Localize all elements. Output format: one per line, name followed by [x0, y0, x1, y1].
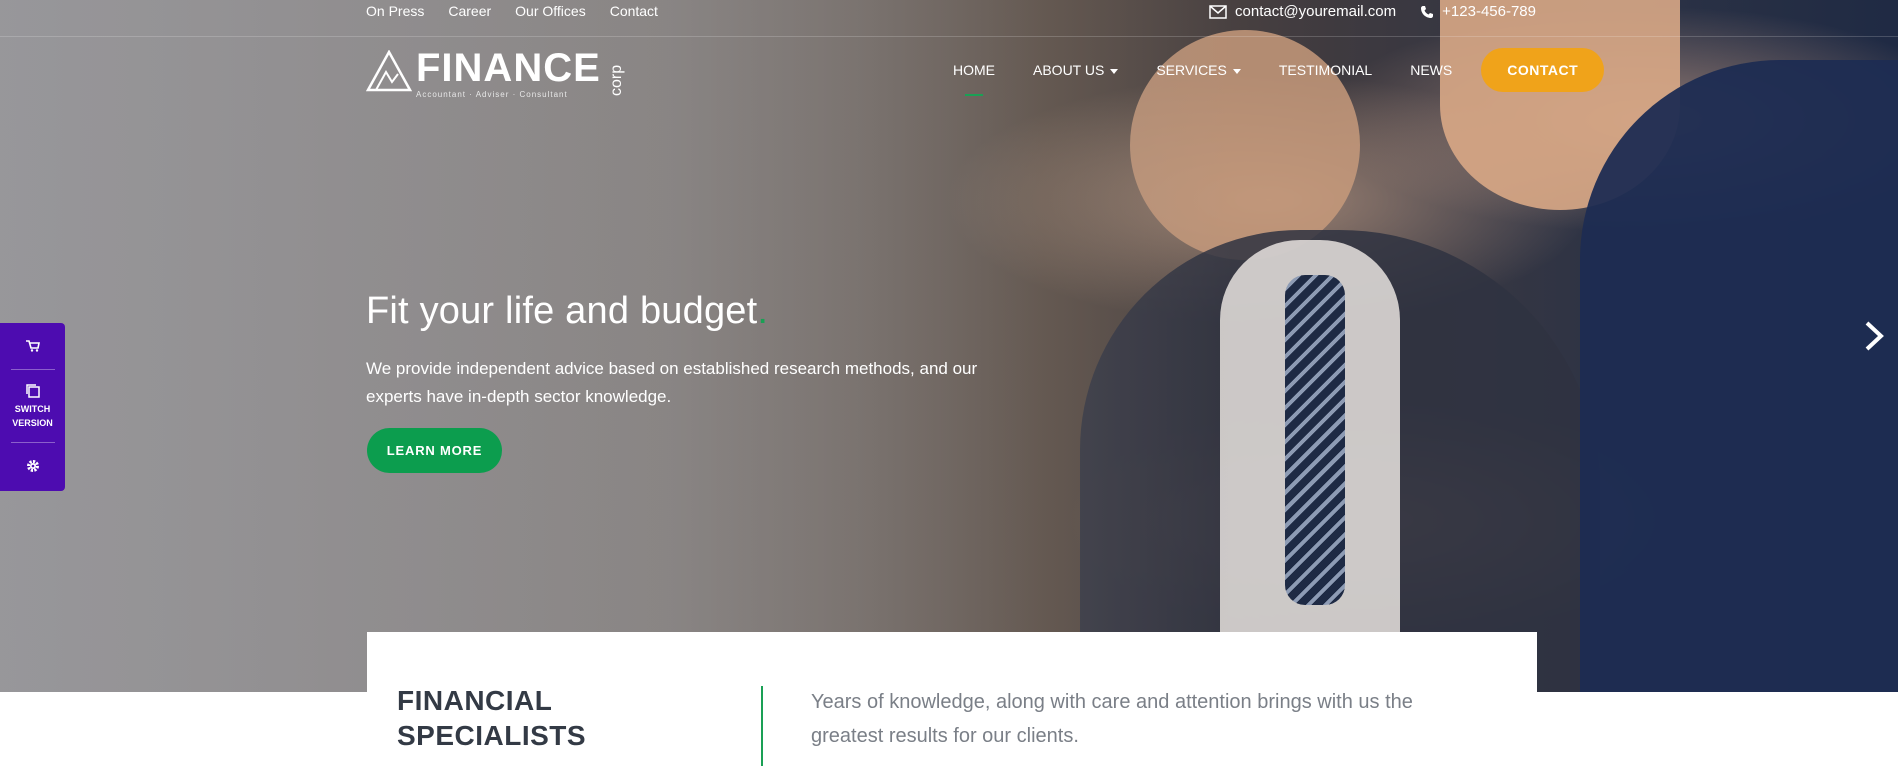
logo-tagline: Accountant · Adviser · Consultant	[416, 90, 568, 99]
nav-about-us[interactable]: ABOUT US	[1014, 48, 1137, 92]
specialists-title-line2: SPECIALISTS	[397, 720, 587, 751]
hero-headline-text: Fit your life and budget	[366, 290, 758, 332]
hero-subtext: We provide independent advice based on e…	[366, 359, 978, 406]
nav-services-label: SERVICES	[1156, 62, 1227, 78]
top-link-career[interactable]: Career	[448, 3, 491, 19]
top-link-on-press[interactable]: On Press	[366, 3, 424, 19]
switch-label-line2: VERSION	[12, 417, 53, 428]
top-phone-text: +123-456-789	[1442, 3, 1536, 20]
cart-button[interactable]	[10, 323, 56, 369]
nav-services[interactable]: SERVICES	[1137, 48, 1260, 92]
chevron-right-icon[interactable]	[1862, 318, 1886, 354]
nav-about-label: ABOUT US	[1033, 62, 1105, 78]
nav-home-label: HOME	[953, 62, 995, 78]
top-bar: On Press Career Our Offices Contact cont…	[0, 0, 1898, 37]
logo-mark-icon	[366, 50, 412, 92]
nav-home[interactable]: HOME	[934, 48, 1014, 96]
hero-overlay	[0, 0, 1898, 692]
cart-icon	[25, 340, 40, 352]
caret-down-icon	[1110, 68, 1119, 74]
top-phone[interactable]: +123-456-789	[1420, 3, 1536, 20]
nav-news-label: NEWS	[1410, 62, 1453, 78]
hero-headline-dot: .	[757, 290, 769, 332]
gear-icon	[26, 460, 39, 472]
switch-version-button[interactable]: SWITCH VERSION	[10, 370, 56, 442]
logo-suffix: corp	[608, 64, 625, 96]
specialists-description: Years of knowledge, along with care and …	[811, 691, 1413, 747]
top-link-our-offices[interactable]: Our Offices	[515, 3, 586, 19]
hero-headline: Fit your life and budget.	[366, 290, 768, 333]
logo-wordmark: FINANCE	[416, 46, 601, 90]
nav-news[interactable]: NEWS	[1391, 48, 1471, 92]
contact-button[interactable]: CONTACT	[1481, 48, 1605, 92]
hero-banner: On Press Career Our Offices Contact cont…	[0, 0, 1898, 692]
nav-testimonial-label: TESTIMONIAL	[1278, 62, 1373, 78]
specialists-card: FINANCIAL SPECIALISTS Years of knowledge…	[367, 632, 1537, 766]
top-link-contact[interactable]: Contact	[610, 3, 658, 19]
caret-down-icon	[1232, 68, 1241, 74]
copy-icon	[25, 383, 40, 398]
card-divider	[761, 686, 763, 766]
specialists-title-line1: FINANCIAL	[397, 685, 553, 716]
site-logo[interactable]: FINANCE Accountant · Adviser · Consultan…	[366, 46, 625, 99]
envelope-icon	[1209, 4, 1227, 19]
top-email-text: contact@youremail.com	[1235, 3, 1397, 20]
settings-button[interactable]	[10, 443, 56, 489]
switch-label-line1: SWITCH	[14, 403, 51, 414]
phone-icon	[1421, 5, 1434, 18]
main-nav: HOME ABOUT US SERVICES TESTIMONIAL NEWS …	[934, 48, 1605, 96]
nav-testimonial[interactable]: TESTIMONIAL	[1260, 48, 1391, 92]
specialists-title: FINANCIAL SPECIALISTS	[397, 683, 586, 753]
top-contact: contact@youremail.com +123-456-789	[1209, 3, 1536, 20]
top-email[interactable]: contact@youremail.com	[1209, 3, 1396, 20]
learn-more-button[interactable]: LEARN MORE	[367, 428, 502, 473]
top-links: On Press Career Our Offices Contact	[366, 3, 658, 19]
side-panel: SWITCH VERSION	[0, 323, 65, 491]
